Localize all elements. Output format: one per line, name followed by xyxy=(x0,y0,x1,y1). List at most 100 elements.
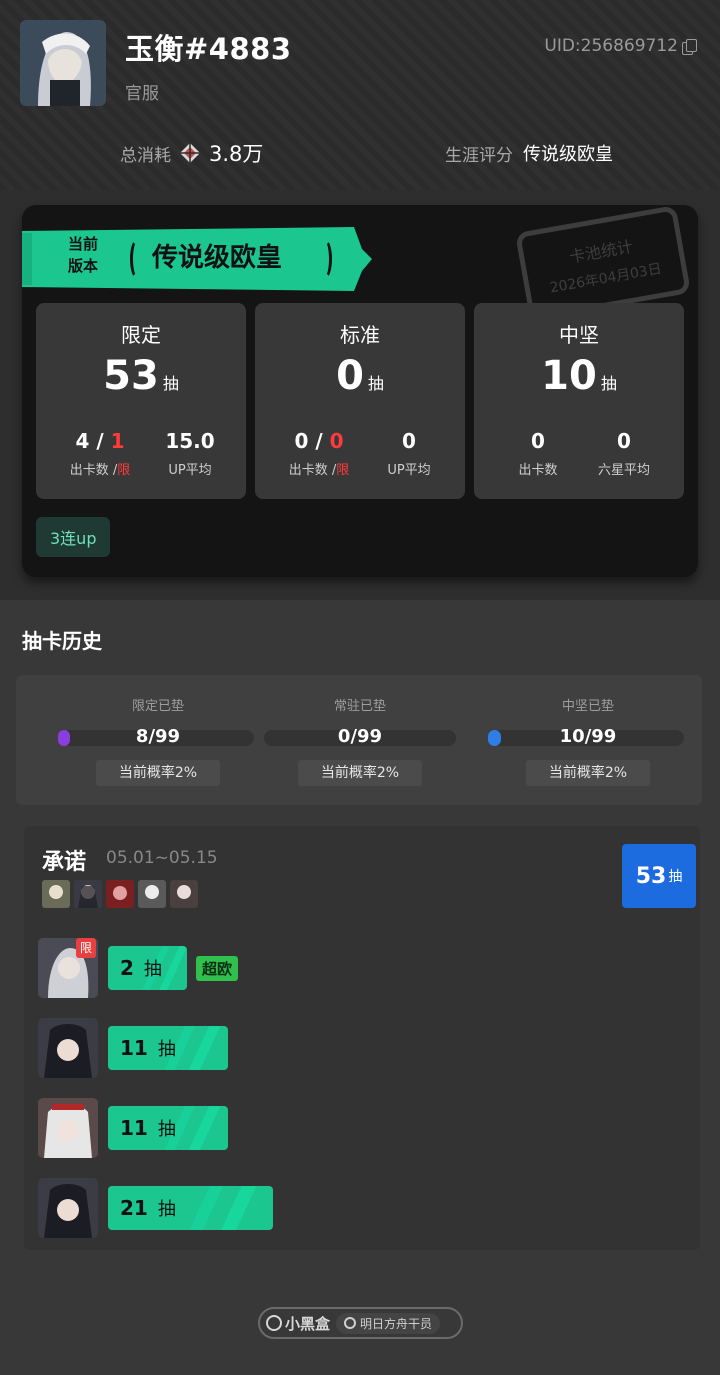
pull-record[interactable]: 21 抽 xyxy=(38,1178,338,1238)
pool-count-value: 0 xyxy=(336,353,364,399)
operator-avatar xyxy=(38,1018,98,1078)
stat-label-extra: 限 xyxy=(117,463,131,478)
pity-value: 10/99 xyxy=(559,726,617,747)
pity-value: 8/99 xyxy=(135,726,181,747)
operator-mini-avatar xyxy=(74,880,102,908)
pool-history-card[interactable]: 承诺 05.01~05.15 53 抽 限 2抽 超欧 11 抽 11 抽 21… xyxy=(24,826,700,1250)
pull-count-bar: 11 抽 xyxy=(108,1106,228,1150)
history-title: 抽卡历史 xyxy=(22,629,102,653)
stat-value: 4 xyxy=(75,429,90,453)
pool-count-value: 10 xyxy=(541,353,597,399)
game-search-pill[interactable]: 明日方舟干员 xyxy=(336,1312,441,1334)
pity-probability: 当前概率2% xyxy=(96,760,220,786)
stat-value: 0 xyxy=(294,429,309,453)
heybox-logo-icon xyxy=(266,1315,282,1331)
search-icon xyxy=(344,1317,357,1329)
pool-stat-right: 0 UP平均 xyxy=(369,429,449,478)
pull-count: 2 xyxy=(120,956,134,980)
operator-mini-avatar xyxy=(106,880,134,908)
stat-value: 0 xyxy=(531,429,545,453)
pool-limited[interactable]: 限定 53 抽 4 / 1 出卡数 /限 15.0 UP平均 xyxy=(36,303,246,499)
copy-icon[interactable] xyxy=(682,38,697,55)
stat-label: 六星平均 xyxy=(597,463,650,478)
banner-sub-line1: 当前 xyxy=(68,235,99,253)
stat-label-extra: 限 xyxy=(336,463,350,478)
total-cost-value: 3.8万 xyxy=(209,142,264,166)
pool-stat-right: 0 六星平均 xyxy=(584,429,664,478)
stat-extra: 1 xyxy=(110,429,125,453)
pull-count: 11 xyxy=(120,1116,148,1140)
uid-copy[interactable]: UID:256869712 xyxy=(544,36,697,56)
pull-unit: 抽 xyxy=(157,1039,176,1060)
pool-kernel[interactable]: 中坚 10 抽 0 出卡数 0 六星平均 xyxy=(474,303,684,499)
total-unit: 抽 xyxy=(668,869,683,885)
stat-value: 15.0 xyxy=(165,429,215,453)
game-name: 明日方舟干员 xyxy=(360,1316,433,1331)
limited-badge: 限 xyxy=(76,938,96,958)
banner-sub-line2: 版本 xyxy=(68,257,99,275)
user-avatar[interactable] xyxy=(20,20,106,106)
stat-extra: 0 xyxy=(329,429,344,453)
pull-record[interactable]: 11 抽 xyxy=(38,1018,338,1078)
operator-mini-avatar xyxy=(42,880,70,908)
operator-avatar xyxy=(38,1178,98,1238)
stat-label: 出卡数 / xyxy=(288,463,337,478)
pity-label: 限定已垫 xyxy=(131,699,184,714)
pity-standard: 常驻已垫 0/99 当前概率2% xyxy=(260,695,460,786)
originite-icon xyxy=(180,143,200,163)
laurel-left-icon xyxy=(130,239,144,279)
stat-label: UP平均 xyxy=(387,463,431,478)
pool-name: 标准 xyxy=(340,323,380,347)
pull-record[interactable]: 限 2抽 超欧 xyxy=(38,938,338,998)
career-value: 传说级欧皇 xyxy=(523,144,613,165)
pool-count-unit: 抽 xyxy=(162,374,179,393)
pull-count: 21 xyxy=(120,1196,148,1220)
pool-name: 限定 xyxy=(121,323,161,347)
rating-banner: 当前 版本 传说级欧皇 xyxy=(22,227,372,291)
pity-progress: 8/99 xyxy=(58,726,258,748)
pool-count-unit: 抽 xyxy=(367,374,384,393)
banner-title: 传说级欧皇 xyxy=(152,243,283,273)
stat-value: 0 xyxy=(617,429,631,453)
stamp-line1: 卡池统计 xyxy=(568,237,634,267)
pool-history-total: 53 抽 xyxy=(622,844,696,908)
career-label: 生涯评分 xyxy=(445,145,513,166)
pull-count-bar: 21 抽 xyxy=(108,1186,273,1230)
pull-count-bar: 11 抽 xyxy=(108,1026,228,1070)
stat-label: 出卡数 / xyxy=(69,463,118,478)
laurel-right-icon xyxy=(318,239,332,279)
pool-count: 10 抽 xyxy=(474,353,684,399)
pity-label: 常驻已垫 xyxy=(333,699,386,714)
operator-avatar xyxy=(38,1098,98,1158)
pull-unit: 抽 xyxy=(143,959,162,980)
username: 玉衡#4883 xyxy=(125,32,292,66)
pool-operator-icons xyxy=(42,880,198,908)
total-cost-label: 总消耗 xyxy=(120,145,171,166)
pool-standard[interactable]: 标准 0抽 0 / 0 出卡数 /限 0 UP平均 xyxy=(255,303,465,499)
streak-tag: 3连up xyxy=(36,517,111,557)
pool-stat-left: 4 / 1 出卡数 /限 xyxy=(60,429,140,478)
pull-unit: 抽 xyxy=(157,1119,176,1140)
current-version-card: 卡池统计 2026年04月03日 当前 版本 传说级欧皇 限定 53 抽 4 / … xyxy=(22,205,698,577)
pool-stat-left: 0 出卡数 xyxy=(498,429,578,478)
pity-label: 中坚已垫 xyxy=(561,699,614,714)
uid-text: UID:256869712 xyxy=(544,36,678,56)
stat-label: UP平均 xyxy=(168,463,212,478)
stat-label: 出卡数 xyxy=(518,463,558,478)
pity-panel: 限定已垫 8/99 当前概率2% 常驻已垫 0/99 当前概率2% 中坚已垫 1… xyxy=(16,675,702,805)
server-label: 官服 xyxy=(125,84,159,104)
brand: 小黑盒 xyxy=(266,1313,330,1334)
pity-progress: 0/99 xyxy=(260,726,460,748)
stamp-line2: 2026年04月03日 xyxy=(549,261,663,296)
pull-record[interactable]: 11 抽 xyxy=(38,1098,338,1158)
pity-limited: 限定已垫 8/99 当前概率2% xyxy=(58,695,258,786)
stat-sep: / xyxy=(89,429,111,453)
pool-name: 中坚 xyxy=(559,323,599,347)
pull-unit: 抽 xyxy=(157,1199,176,1220)
footer-watermark: 小黑盒 明日方舟干员 xyxy=(258,1307,463,1339)
pool-history-dates: 05.01~05.15 xyxy=(106,848,218,868)
stat-sep: / xyxy=(308,429,330,453)
total-count: 53 xyxy=(635,863,667,889)
pool-stat-left: 0 / 0 出卡数 /限 xyxy=(279,429,359,478)
operator-mini-avatar xyxy=(170,880,198,908)
